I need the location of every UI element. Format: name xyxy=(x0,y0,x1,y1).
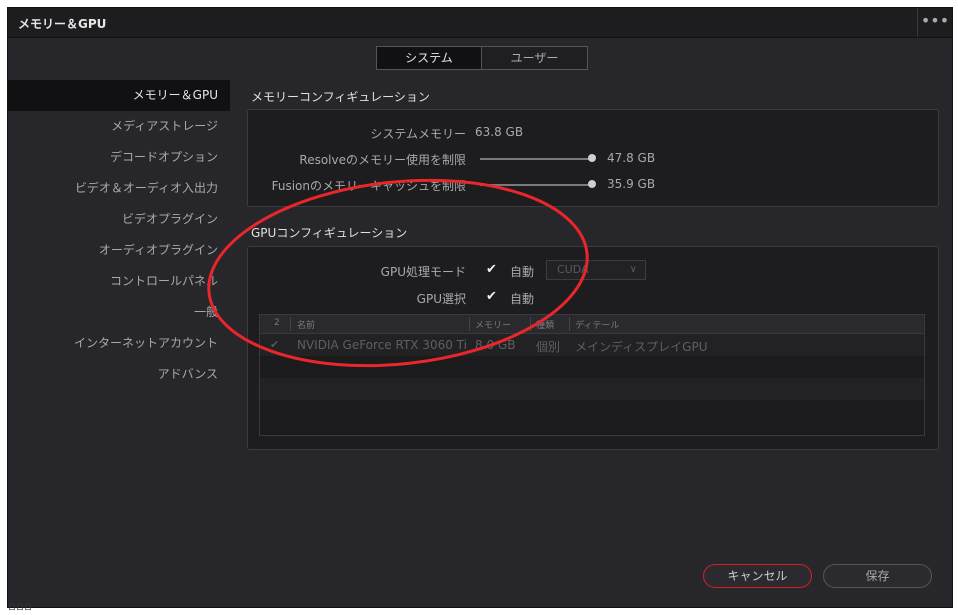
annotation-overlay xyxy=(207,178,589,368)
red-circle-annotation xyxy=(207,178,589,368)
